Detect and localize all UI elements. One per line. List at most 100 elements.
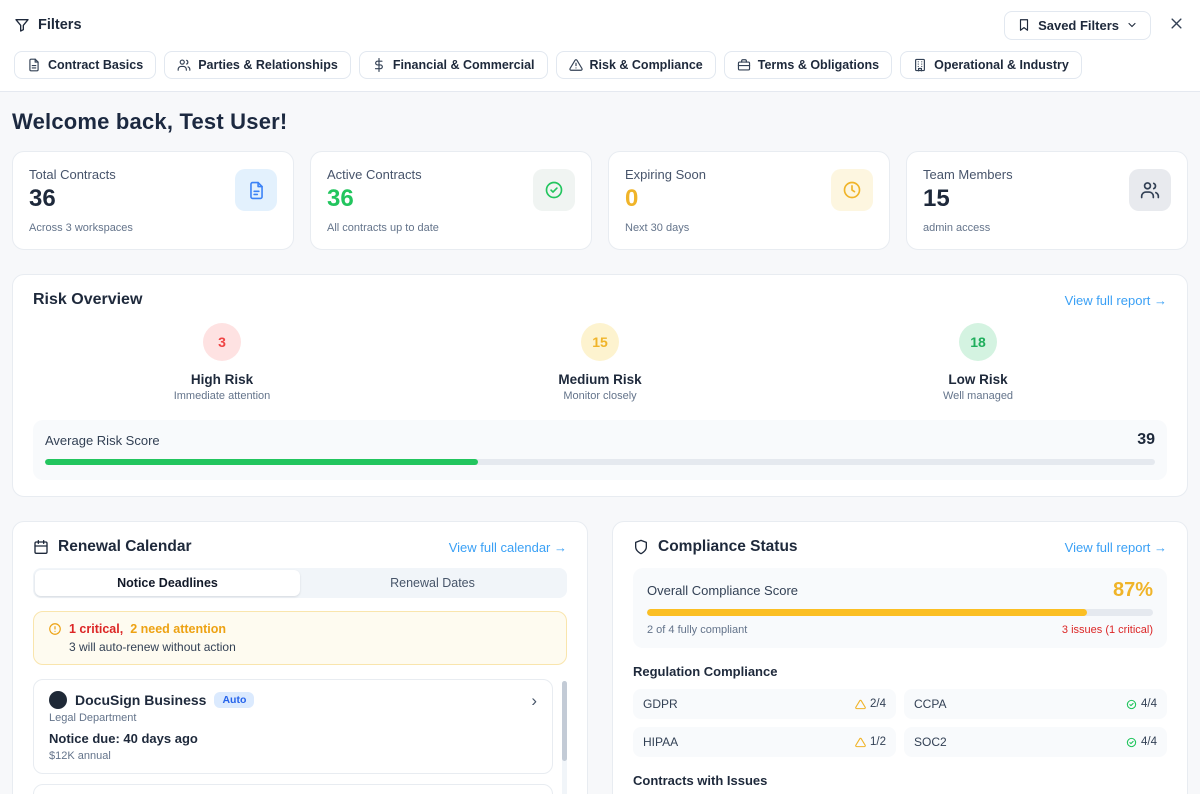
tab-renewal-dates[interactable]: Renewal Dates: [300, 570, 565, 596]
low-risk-count: 18: [959, 323, 997, 361]
risk-level-high: 3 High Risk Immediate attention: [33, 323, 411, 402]
file-icon: [27, 58, 41, 72]
risk-level-low: 18 Low Risk Well managed: [789, 323, 1167, 402]
funnel-icon: [14, 17, 30, 33]
renewal-calendar-panel: Renewal Calendar View full calendar → No…: [12, 521, 588, 794]
alert-circle-icon: [48, 622, 62, 636]
view-full-calendar-link[interactable]: View full calendar →: [449, 540, 567, 555]
regulation-name: CCPA: [914, 697, 946, 711]
filters-header: Filters Saved Filters: [0, 0, 1200, 92]
users-icon: [177, 58, 191, 72]
compliance-progress-track: [647, 609, 1153, 616]
compliance-score-value: 87%: [1113, 579, 1153, 602]
renewal-alert: 1 critical, 2 need attention 3 will auto…: [33, 611, 567, 665]
stats-row: Total Contracts 36 Across 3 workspaces A…: [12, 151, 1188, 250]
tab-notice-deadlines[interactable]: Notice Deadlines: [35, 570, 300, 596]
stat-sub: Next 30 days: [625, 222, 706, 234]
document-icon: [235, 169, 277, 211]
chip-financial-commercial[interactable]: Financial & Commercial: [359, 51, 548, 79]
renewal-tabs: Notice Deadlines Renewal Dates: [33, 568, 567, 598]
renewal-scrollbar[interactable]: [562, 681, 567, 794]
compliance-status-panel: Compliance Status View full report → Ove…: [612, 521, 1188, 794]
risk-level-medium: 15 Medium Risk Monitor closely: [411, 323, 789, 402]
regulation-score: 1/2: [870, 736, 886, 748]
stat-value: 0: [625, 185, 706, 213]
renewal-item-salesforce[interactable]: Salesforce CRM Auto › Main Operations No…: [33, 784, 553, 794]
filters-label: Filters: [38, 17, 82, 33]
chip-contract-basics[interactable]: Contract Basics: [14, 51, 156, 79]
auto-badge: Auto: [214, 692, 254, 708]
filter-categories: Contract Basics Parties & Relationships …: [14, 51, 1186, 79]
risk-level-label: High Risk: [191, 372, 253, 387]
risk-score-progress-fill: [45, 459, 478, 465]
regulation-ccpa: CCPA 4/4: [904, 689, 1167, 719]
stat-label: Active Contracts: [327, 167, 439, 182]
risk-overview-title: Risk Overview: [33, 291, 142, 309]
check-circle-icon: [1126, 699, 1137, 710]
chevron-down-icon: [1126, 19, 1138, 31]
renewal-scrollbar-thumb[interactable]: [562, 681, 567, 761]
average-risk-score-value: 39: [1137, 431, 1155, 449]
check-circle-icon: [533, 169, 575, 211]
shield-icon: [633, 539, 649, 555]
risk-score-progress-track: [45, 459, 1155, 465]
medium-risk-count: 15: [581, 323, 619, 361]
contract-amount: $12K annual: [49, 750, 537, 762]
regulation-score: 4/4: [1141, 736, 1157, 748]
alert-triangle-icon: [569, 58, 583, 72]
compliance-sub-left: 2 of 4 fully compliant: [647, 624, 747, 636]
regulation-grid: GDPR 2/4 CCPA 4/4: [633, 689, 1167, 757]
chevron-right-icon[interactable]: ›: [531, 692, 537, 709]
regulation-gdpr: GDPR 2/4: [633, 689, 896, 719]
saved-filters-button[interactable]: Saved Filters: [1004, 11, 1151, 40]
risk-level-sub: Monitor closely: [563, 390, 636, 402]
stat-card-active-contracts: Active Contracts 36 All contracts up to …: [310, 151, 592, 250]
average-risk-score-label: Average Risk Score: [45, 433, 160, 448]
stat-card-team-members: Team Members 15 admin access: [906, 151, 1188, 250]
close-filters-button[interactable]: [1167, 14, 1186, 36]
risk-level-sub: Well managed: [943, 390, 1013, 402]
stat-label: Team Members: [923, 167, 1013, 182]
compliance-sub-right: 3 issues (1 critical): [1062, 624, 1153, 636]
regulation-soc2: SOC2 4/4: [904, 727, 1167, 757]
avatar: [49, 691, 67, 709]
risk-level-sub: Immediate attention: [174, 390, 271, 402]
chip-risk-compliance[interactable]: Risk & Compliance: [556, 51, 716, 79]
stat-label: Total Contracts: [29, 167, 133, 182]
briefcase-icon: [737, 58, 751, 72]
stat-card-expiring-soon: Expiring Soon 0 Next 30 days: [608, 151, 890, 250]
chip-label: Risk & Compliance: [590, 58, 703, 72]
stat-card-total-contracts: Total Contracts 36 Across 3 workspaces: [12, 151, 294, 250]
warning-triangle-icon: [855, 699, 866, 710]
renewal-list: DocuSign Business Auto › Legal Departmen…: [33, 679, 567, 794]
regulation-score: 4/4: [1141, 698, 1157, 710]
regulation-score: 2/4: [870, 698, 886, 710]
regulation-compliance-heading: Regulation Compliance: [633, 664, 1167, 679]
risk-overview-panel: Risk Overview View full report → 3 High …: [12, 274, 1188, 497]
regulation-name: HIPAA: [643, 735, 678, 749]
close-icon: [1169, 16, 1184, 31]
chip-label: Operational & Industry: [934, 58, 1069, 72]
chip-terms-obligations[interactable]: Terms & Obligations: [724, 51, 892, 79]
contract-department: Legal Department: [49, 712, 537, 724]
overall-compliance-box: Overall Compliance Score 87% 2 of 4 full…: [633, 568, 1167, 648]
stat-sub: admin access: [923, 222, 1013, 234]
view-full-report-link[interactable]: View full report →: [1065, 540, 1167, 555]
warning-triangle-icon: [855, 737, 866, 748]
building-icon: [913, 58, 927, 72]
page-title: Welcome back, Test User!: [12, 109, 1188, 135]
stat-sub: Across 3 workspaces: [29, 222, 133, 234]
average-risk-score-box: Average Risk Score 39: [33, 420, 1167, 480]
alert-critical-text: 1 critical,: [69, 622, 123, 636]
dollar-icon: [372, 58, 386, 72]
check-circle-icon: [1126, 737, 1137, 748]
view-full-report-link[interactable]: View full report →: [1065, 293, 1167, 308]
renewal-item-docusign[interactable]: DocuSign Business Auto › Legal Departmen…: [33, 679, 553, 774]
saved-filters-label: Saved Filters: [1038, 18, 1119, 33]
regulation-name: SOC2: [914, 735, 947, 749]
compliance-score-label: Overall Compliance Score: [647, 583, 798, 598]
chip-operational-industry[interactable]: Operational & Industry: [900, 51, 1082, 79]
compliance-status-title: Compliance Status: [658, 538, 798, 556]
chip-parties-relationships[interactable]: Parties & Relationships: [164, 51, 351, 79]
bookmark-icon: [1017, 18, 1031, 32]
